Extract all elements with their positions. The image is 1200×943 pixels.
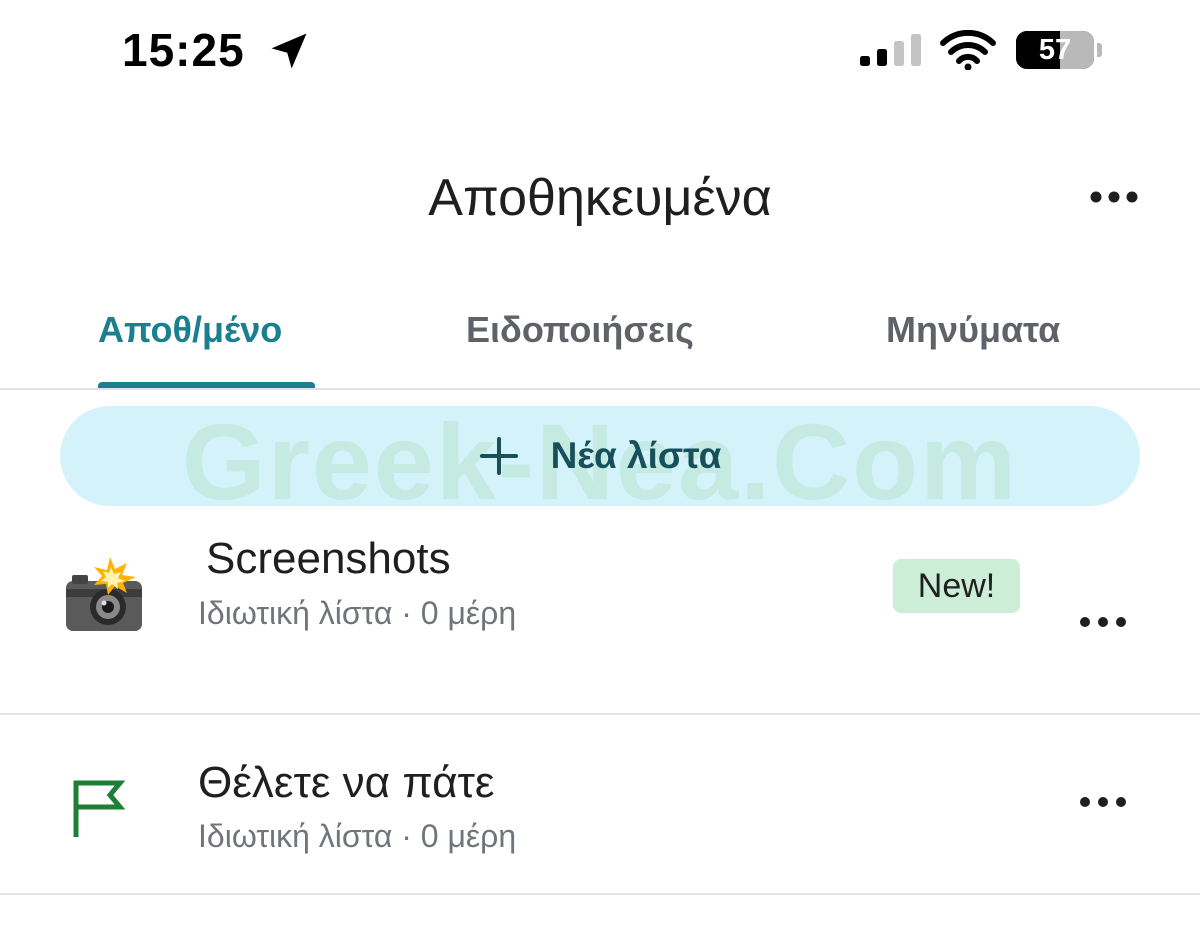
flag-icon [73,780,126,837]
page-title: Αποθηκευμένα [428,169,772,227]
list-subtitle: Ιδιωτική λίστα · 0 μέρη [198,595,517,631]
list-subtitle: Ιδιωτική λίστα · 0 μέρη [198,818,517,854]
location-arrow-icon [271,33,307,69]
new-badge: New! [893,559,1020,613]
new-list-label: Νέα λίστα [550,435,722,476]
more-horizontal-icon[interactable] [1076,789,1130,815]
tab-notifications[interactable]: Ειδοποιήσεις [466,308,694,352]
list-divider [0,893,1200,895]
tab-bar: Αποθ/μένο Ειδοποιήσεις Μηνύματα [0,300,1200,390]
camera-flash-icon [66,557,142,631]
new-list-content: Νέα λίστα [60,406,1140,506]
plus-icon [479,437,518,475]
tab-saved[interactable]: Αποθ/μένο [98,308,282,352]
tabs-divider [0,388,1200,390]
battery-indicator: 57 [1016,31,1094,69]
battery-level-text: 57 [1038,34,1072,66]
more-horizontal-icon[interactable] [1086,180,1142,214]
tab-messages[interactable]: Μηνύματα [886,308,1060,352]
battery-cap [1097,43,1102,57]
list-item-screenshots[interactable]: Screenshots Ιδιωτική λίστα · 0 μέρη New! [0,515,1200,713]
status-time: 15:25 [122,24,245,76]
new-list-button[interactable]: Greek-Nea.Com Νέα λίστα [60,406,1140,506]
more-horizontal-icon[interactable] [1076,609,1130,635]
list-title: Screenshots [206,534,451,583]
cellular-signal-icon [860,34,921,66]
wifi-icon [940,30,996,70]
list-item-want-to-go[interactable]: Θέλετε να πάτε Ιδιωτική λίστα · 0 μέρη [0,715,1200,893]
status-bar: 15:25 57 [0,0,1200,100]
list-title: Θέλετε να πάτε [198,758,495,807]
